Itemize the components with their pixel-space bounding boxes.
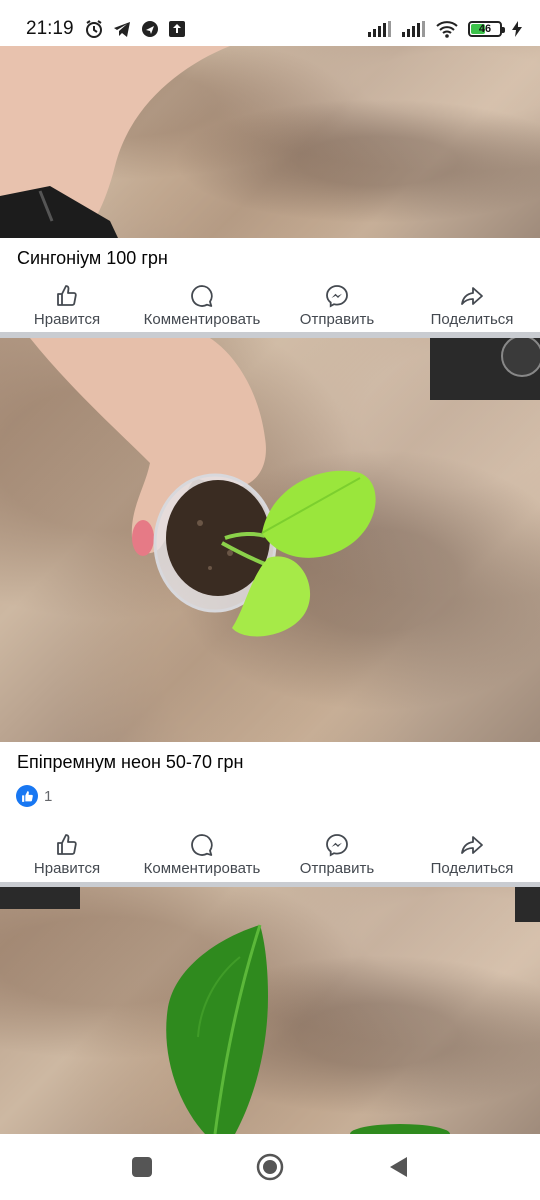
status-system-icons: 46 [368,20,522,38]
status-notification-icons [84,19,186,39]
like-label: Нравится [33,860,101,877]
share-label: Поделиться [430,860,514,877]
plant-photo-content [30,338,540,637]
home-icon [256,1153,284,1181]
send-button[interactable]: Отправить [270,829,404,881]
thumbs-up-icon [57,285,77,306]
share-icon [461,287,483,305]
post-photo[interactable] [0,887,540,1134]
share-icon [461,836,483,854]
send-label: Отправить [299,311,375,328]
wifi-icon [436,20,458,38]
hand-photo-content [0,46,230,238]
recents-button[interactable] [122,1147,162,1187]
battery-icon: 46 [468,21,505,37]
messenger-icon [326,285,348,308]
reaction-summary[interactable]: 1 [0,773,540,807]
upload-icon [168,20,186,38]
send-label: Отправить [299,860,375,877]
thumbs-up-icon [57,834,77,855]
share-button[interactable]: Поделиться [404,829,540,881]
signal-icon [368,21,392,37]
alarm-icon [84,19,104,39]
like-button[interactable]: Нравится [0,829,134,881]
post-actions: Нравится Комментировать Отправить Подели… [0,829,540,881]
status-time: 21:19 [26,18,74,39]
share-label: Поделиться [430,311,514,328]
share-button[interactable]: Поделиться [404,280,540,332]
home-button[interactable] [250,1147,290,1187]
comment-button[interactable]: Комментировать [134,280,270,332]
charging-icon [512,21,522,37]
telegram-icon [112,19,132,39]
comment-label: Комментировать [143,311,261,328]
back-icon [390,1157,407,1177]
post-caption: Епіпремнум неон 50-70 грн [17,752,244,772]
post-photo[interactable] [0,338,540,742]
comment-button[interactable]: Комментировать [134,829,270,881]
direction-icon [140,19,160,39]
post-caption: Сингоніум 100 грн [17,248,168,268]
leaf-photo-content [0,887,540,1134]
comment-icon [191,285,213,307]
system-nav-bar [0,1134,540,1200]
comment-icon [191,834,213,856]
comment-label: Комментировать [143,860,261,877]
post-photo[interactable] [0,46,540,238]
recents-icon [132,1157,152,1177]
like-reaction-icon [16,785,38,807]
reaction-count: 1 [44,787,53,805]
battery-level: 46 [478,23,492,35]
back-button[interactable] [378,1147,418,1187]
send-button[interactable]: Отправить [270,280,404,332]
like-label: Нравится [33,311,101,328]
like-button[interactable]: Нравится [0,280,134,332]
signal-icon [402,21,426,37]
post-actions: Нравится Комментировать Отправить Подели… [0,280,540,332]
messenger-icon [326,834,348,857]
